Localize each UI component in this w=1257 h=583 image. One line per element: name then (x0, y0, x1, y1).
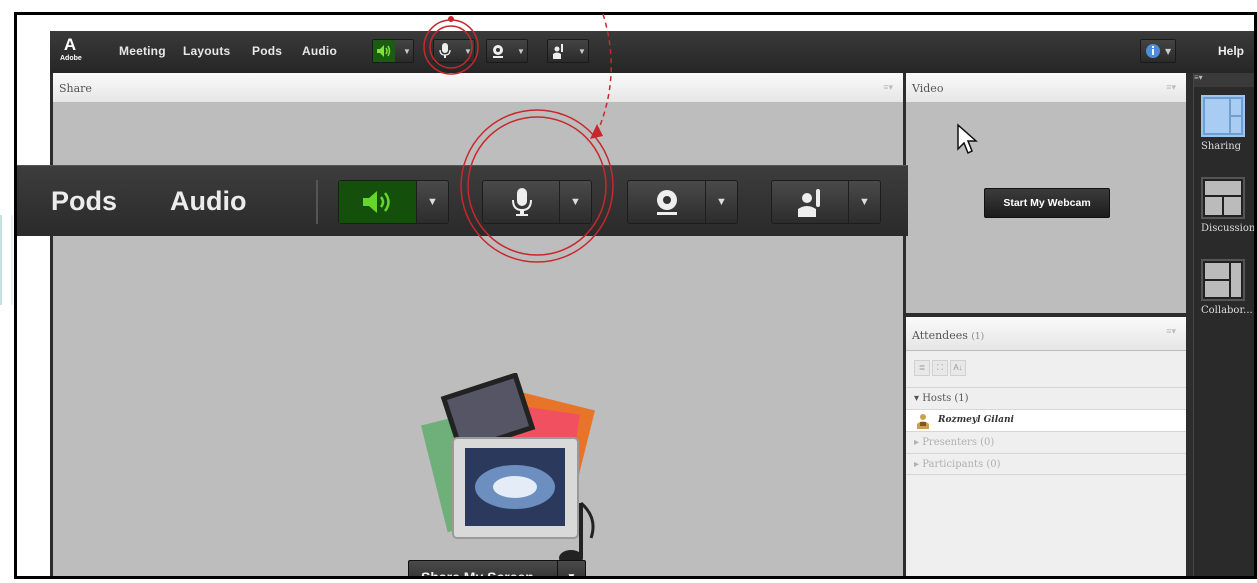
microphone-button[interactable]: ▼ (433, 39, 475, 63)
list-view-icon[interactable]: ≣ (914, 360, 930, 376)
share-my-screen-button[interactable]: Share My Screen ▼ (408, 560, 586, 579)
attendees-pod-header: Attendees (1) ≡▾ (906, 317, 1186, 351)
pod-options-icon[interactable]: ≡▾ (1166, 82, 1176, 93)
share-pod: Share ≡▾ Share My Screen ▼ (53, 73, 903, 579)
svg-text:▼: ▼ (1165, 47, 1172, 56)
start-my-webcam-button[interactable]: Start My Webcam (984, 188, 1110, 218)
menu-pods[interactable]: Pods (252, 44, 282, 58)
sharing-layout-icon (1201, 95, 1245, 137)
speaker-icon (339, 181, 417, 223)
info-button[interactable]: ▼ (1140, 39, 1176, 63)
attendee-group-participants[interactable]: ▸ Participants (0) (906, 453, 1186, 475)
microphone-icon (434, 40, 456, 62)
webcam-icon (628, 181, 706, 223)
raise-hand-button[interactable]: ▼ (547, 39, 589, 63)
share-pod-title: Share (59, 82, 92, 95)
expand-icon[interactable]: ⛶ (932, 360, 948, 376)
mouse-cursor-icon (956, 123, 980, 162)
zoomed-audio-label: Audio (170, 186, 247, 216)
chevron-down-icon[interactable]: ▼ (576, 40, 588, 62)
chevron-down-icon[interactable]: ▼ (416, 181, 448, 223)
webcam-button[interactable]: ▼ (486, 39, 528, 63)
zoomed-raise-hand-button[interactable]: ▼ (771, 180, 881, 224)
chevron-down-icon[interactable]: ▼ (515, 40, 527, 62)
speaker-icon (373, 40, 395, 62)
help-menu[interactable]: Help (1218, 44, 1244, 58)
meeting-app-window: A Adobe Meeting Layouts Pods Audio ▼ ▼ ▼… (50, 31, 1254, 579)
video-pod-title: Video (912, 82, 944, 95)
menu-meeting[interactable]: Meeting (119, 44, 166, 58)
menu-audio[interactable]: Audio (302, 44, 337, 58)
menu-layouts[interactable]: Layouts (183, 44, 230, 58)
zoomed-webcam-button[interactable]: ▼ (627, 180, 738, 224)
chevron-down-icon[interactable]: ▼ (462, 40, 474, 62)
attendee-group-presenters[interactable]: ▸ Presenters (0) (906, 431, 1186, 453)
attendee-group-hosts[interactable]: ▾ Hosts (1) (906, 387, 1186, 409)
top-menu-bar: A Adobe Meeting Layouts Pods Audio ▼ ▼ ▼… (50, 31, 1254, 73)
zoomed-microphone-button[interactable]: ▼ (482, 180, 592, 224)
layouts-rail: ≡▾ Sharing Discussion Collabor... (1193, 73, 1254, 576)
rail-options-icon[interactable]: ≡▾ (1194, 73, 1254, 87)
chevron-down-icon[interactable]: ▼ (705, 181, 737, 223)
raise-hand-icon (772, 181, 849, 223)
chevron-down-icon[interactable]: ▼ (401, 40, 413, 62)
zoomed-speaker-button[interactable]: ▼ (338, 180, 449, 224)
microphone-icon (483, 181, 560, 223)
collapsed-arrow-icon: ▸ (914, 459, 923, 470)
raise-hand-icon (548, 40, 570, 62)
sort-az-icon[interactable]: A↓ (950, 360, 966, 376)
layout-collaboration[interactable]: Collabor... (1201, 259, 1254, 316)
screenshot-frame: A Adobe Meeting Layouts Pods Audio ▼ ▼ ▼… (14, 12, 1257, 579)
host-user-icon (916, 413, 930, 432)
layout-discussion[interactable]: Discussion (1201, 177, 1254, 234)
adobe-logo: A Adobe (60, 35, 82, 62)
chevron-down-icon[interactable]: ▼ (559, 181, 591, 223)
left-edge-marks (0, 215, 14, 305)
collaboration-layout-icon (1201, 259, 1245, 301)
host-name: Rozmeyl Gilani (938, 415, 1014, 425)
share-my-screen-label: Share My Screen (421, 569, 534, 579)
pod-options-icon[interactable]: ≡▾ (1166, 326, 1176, 337)
share-screen-illustration (393, 372, 623, 566)
attendees-pod-title: Attendees (1) (912, 329, 985, 342)
toolbar-divider (316, 180, 318, 224)
chevron-down-icon[interactable]: ▼ (848, 181, 880, 223)
collapsed-arrow-icon: ▸ (914, 437, 923, 448)
zoomed-pods-label: Pods (51, 186, 118, 216)
zoomed-toolbar-callout: Pods Audio ▼ ▼ ▼ ▼ (17, 165, 908, 236)
video-pod-header: Video ≡▾ (906, 73, 1186, 103)
video-pod: Video ≡▾ Start My Webcam (906, 73, 1186, 313)
speaker-button[interactable]: ▼ (372, 39, 414, 63)
layout-sharing[interactable]: Sharing (1201, 95, 1254, 152)
info-icon: ▼ (1146, 44, 1172, 58)
attendees-toolbar: ≣ ⛶ A↓ (914, 357, 968, 379)
share-pod-header: Share ≡▾ (53, 73, 903, 103)
chevron-down-icon[interactable]: ▼ (557, 561, 585, 576)
attendees-pod: Attendees (1) ≡▾ ≣ ⛶ A↓ ▾ Hosts (1) Rozmey… (906, 317, 1186, 576)
discussion-layout-icon (1201, 177, 1245, 219)
expanded-arrow-icon: ▾ (914, 393, 923, 404)
webcam-icon (487, 40, 509, 62)
attendee-host-row[interactable]: Rozmeyl Gilani (906, 409, 1186, 431)
pod-options-icon[interactable]: ≡▾ (883, 82, 893, 93)
